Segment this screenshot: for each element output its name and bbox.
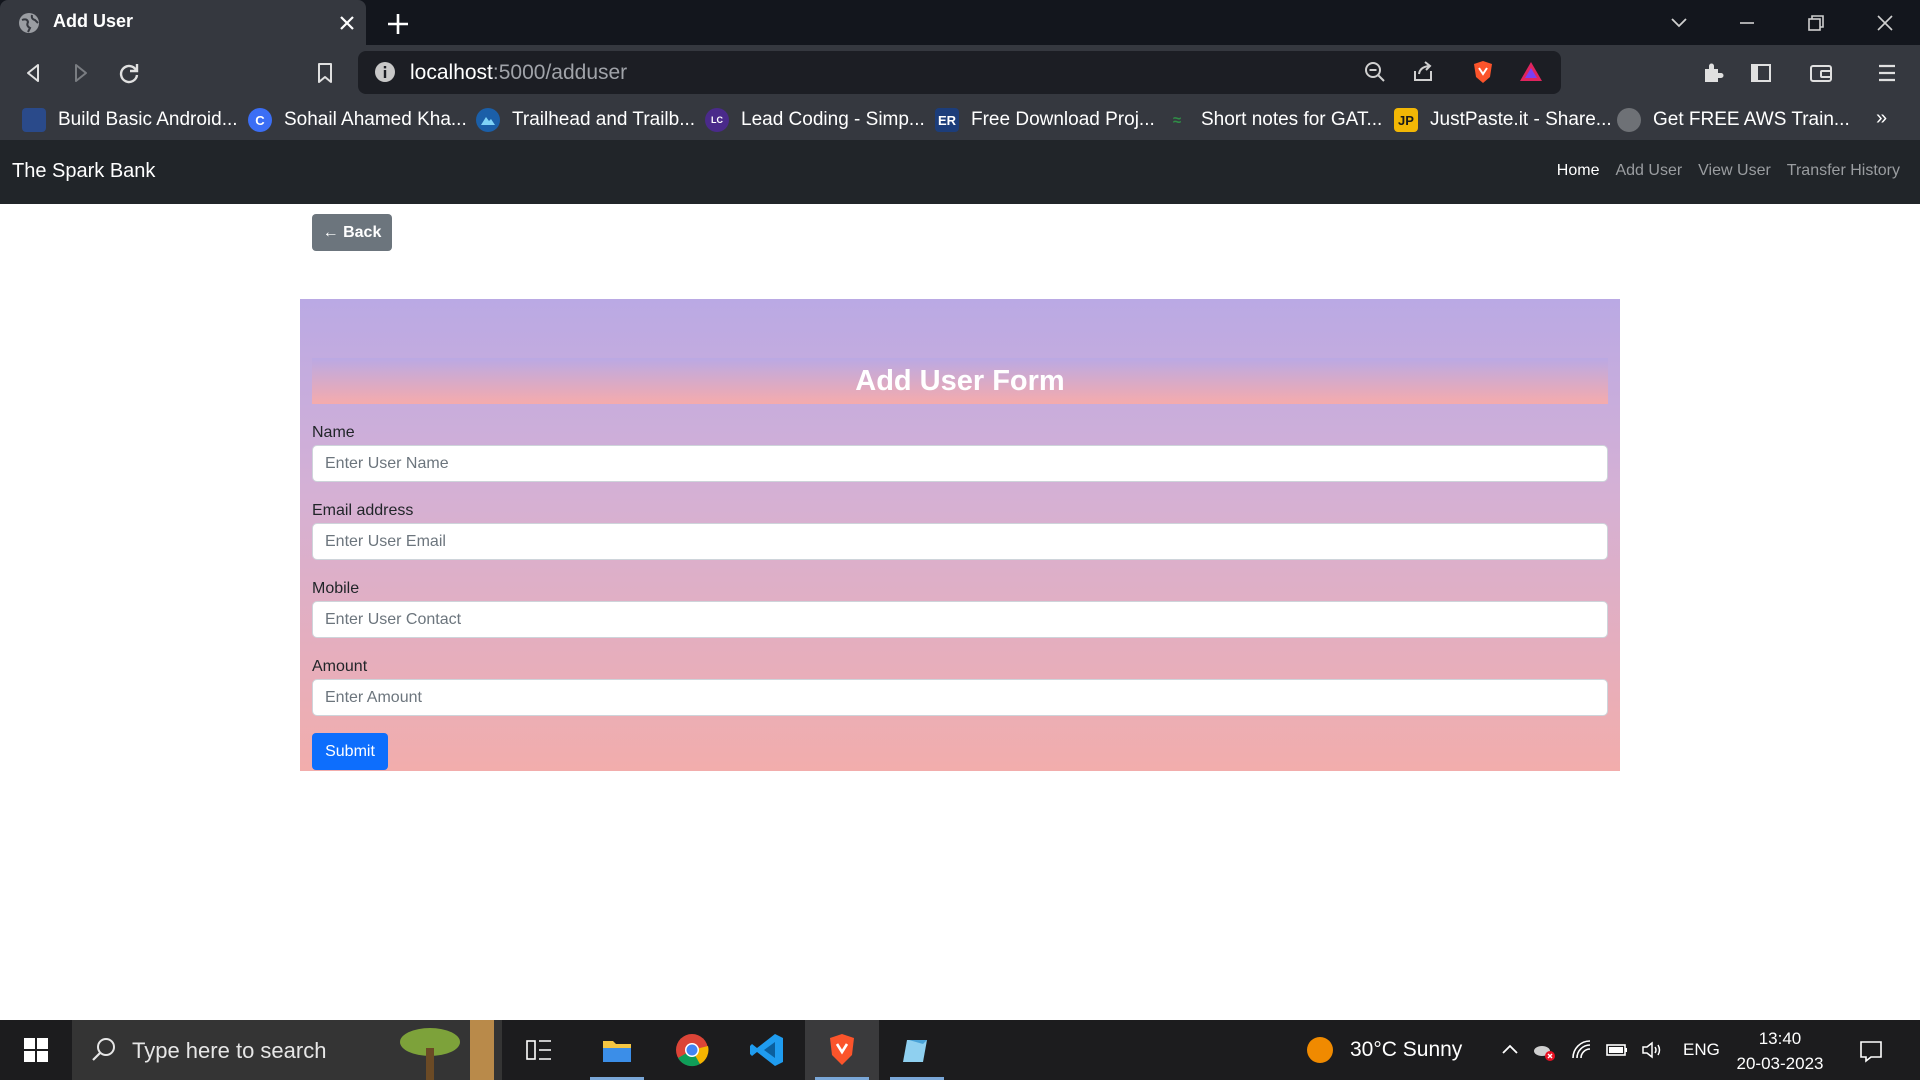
clock-time: 13:40 [1758,1029,1802,1048]
name-input[interactable] [312,445,1608,482]
url-path: :5000/adduser [492,61,628,84]
language-indicator[interactable]: ENG [1683,1040,1720,1060]
nav-home[interactable]: Home [1557,162,1600,180]
new-tab-icon[interactable] [384,10,412,38]
bookmark-label: Get FREE AWS Train... [1653,109,1850,130]
trailhead-bookmark-icon [476,108,500,132]
bookmark-item[interactable]: LC Lead Coding - Simp... [705,108,925,132]
bookmark-icon[interactable] [310,58,340,88]
globe-bookmark-icon [1617,108,1641,132]
notepad-icon[interactable] [880,1020,954,1080]
close-window-icon[interactable] [1872,10,1898,36]
brave-rewards-icon[interactable] [1518,59,1544,85]
minimize-icon[interactable] [1734,10,1760,36]
jp-bookmark-icon: JP [1394,108,1418,132]
weather-text[interactable]: 30°C Sunny [1350,1038,1462,1062]
bookmark-label: Short notes for GAT... [1201,109,1383,130]
brand-link[interactable]: The Spark Bank [12,160,155,183]
site-navbar: The Spark Bank Home Add User View User T… [0,140,1920,204]
form-title: Add User Form [855,364,1065,397]
bookmark-item[interactable]: JP JustPaste.it - Share... [1394,108,1612,132]
tab-search-chevron-icon[interactable] [1666,10,1692,36]
amount-label: Amount [312,658,368,675]
weather-sun-icon [1306,1036,1334,1064]
wifi-icon[interactable] [1570,1038,1594,1062]
windows-start-icon[interactable] [0,1020,72,1080]
chrome-icon[interactable] [655,1020,729,1080]
bookmark-label: Trailhead and Trailb... [512,109,696,130]
task-view-icon[interactable] [502,1020,576,1080]
share-icon[interactable] [1410,59,1436,85]
notifications-icon[interactable] [1858,1038,1882,1063]
forward-arrow-icon[interactable] [66,58,96,88]
clock[interactable]: 13:40 20-03-2023 [1735,1026,1825,1076]
amount-input[interactable] [312,679,1608,716]
taskbar-search[interactable]: Type here to search [72,1020,502,1080]
nav-add-user[interactable]: Add User [1615,162,1682,180]
tree-illustration-icon [390,1020,502,1080]
volume-icon[interactable] [1640,1038,1664,1062]
android-bookmark-icon [22,108,46,132]
tab-title: Add User [53,11,134,31]
reload-icon[interactable] [114,58,144,88]
mobile-input[interactable] [312,601,1608,638]
zoom-icon[interactable] [1362,59,1388,85]
bookmark-item[interactable]: Get FREE AWS Train... [1617,108,1850,132]
file-explorer-icon[interactable] [580,1020,654,1080]
name-label: Name [312,424,355,441]
bookmark-label: Free Download Proj... [971,109,1155,130]
wallet-icon[interactable] [1806,58,1836,88]
clock-date: 20-03-2023 [1736,1054,1824,1073]
bookmark-item[interactable]: Build Basic Android... [22,108,238,132]
extensions-icon[interactable] [1698,58,1728,88]
address-bar[interactable]: localhost:5000/adduser [358,51,1561,94]
bookmark-item[interactable]: ER Free Download Proj... [935,108,1155,132]
search-placeholder: Type here to search [132,1038,327,1063]
bookmark-item[interactable]: Trailhead and Trailb... [476,108,695,132]
bookmark-item[interactable]: ≈ Short notes for GAT... [1165,108,1382,132]
add-user-form: Add User Form Name Email address Mobile … [300,299,1620,771]
restore-icon[interactable] [1803,10,1829,36]
brave-browser-icon[interactable] [805,1020,879,1080]
bookmarks-bar: Build Basic Android... C Sohail Ahamed K… [0,100,1920,140]
search-icon [90,1036,118,1064]
globe-icon [18,12,40,34]
mobile-label: Mobile [312,580,360,597]
hidden-icons-chevron-icon[interactable] [1498,1038,1522,1062]
bookmark-label: Sohail Ahamed Kha... [284,109,467,130]
submit-button[interactable]: Submit [312,733,388,770]
bookmark-item[interactable]: C Sohail Ahamed Kha... [248,108,467,132]
browser-tab[interactable]: Add User [0,0,366,45]
nav-links: Home Add User View User Transfer History [1557,162,1900,180]
c-logo-bookmark-icon: C [248,108,272,132]
url-host: localhost [410,61,493,84]
close-tab-icon[interactable] [336,12,358,34]
email-label: Email address [312,502,414,519]
back-button[interactable]: ← Back [312,214,392,251]
vscode-icon[interactable] [730,1020,804,1080]
bookmark-label: JustPaste.it - Share... [1430,109,1612,130]
nav-view-user[interactable]: View User [1698,162,1771,180]
gfg-bookmark-icon: ≈ [1172,111,1182,129]
browser-tab-strip: Add User [0,0,1920,45]
sidebar-icon[interactable] [1746,58,1776,88]
er-bookmark-icon: ER [935,108,959,132]
nav-transfer-history[interactable]: Transfer History [1787,162,1900,180]
menu-icon[interactable] [1872,58,1902,88]
browser-toolbar: localhost:5000/adduser [0,45,1920,100]
bookmark-label: Lead Coding - Simp... [741,109,925,130]
back-arrow-icon[interactable] [18,58,48,88]
windows-taskbar: Type here to search 30°C Sunny ENG 13:40… [0,1020,1920,1080]
battery-icon[interactable] [1605,1038,1629,1062]
bookmark-label: Build Basic Android... [58,109,238,130]
site-info-icon[interactable] [372,59,398,85]
onedrive-error-icon[interactable] [1532,1038,1556,1062]
url-text: localhost:5000/adduser [410,61,627,85]
brave-shields-icon[interactable] [1470,59,1496,85]
email-input[interactable] [312,523,1608,560]
more-bookmarks-icon[interactable]: » [1876,106,1887,130]
form-header: Add User Form [312,358,1608,404]
lead-coding-bookmark-icon: LC [705,108,729,132]
